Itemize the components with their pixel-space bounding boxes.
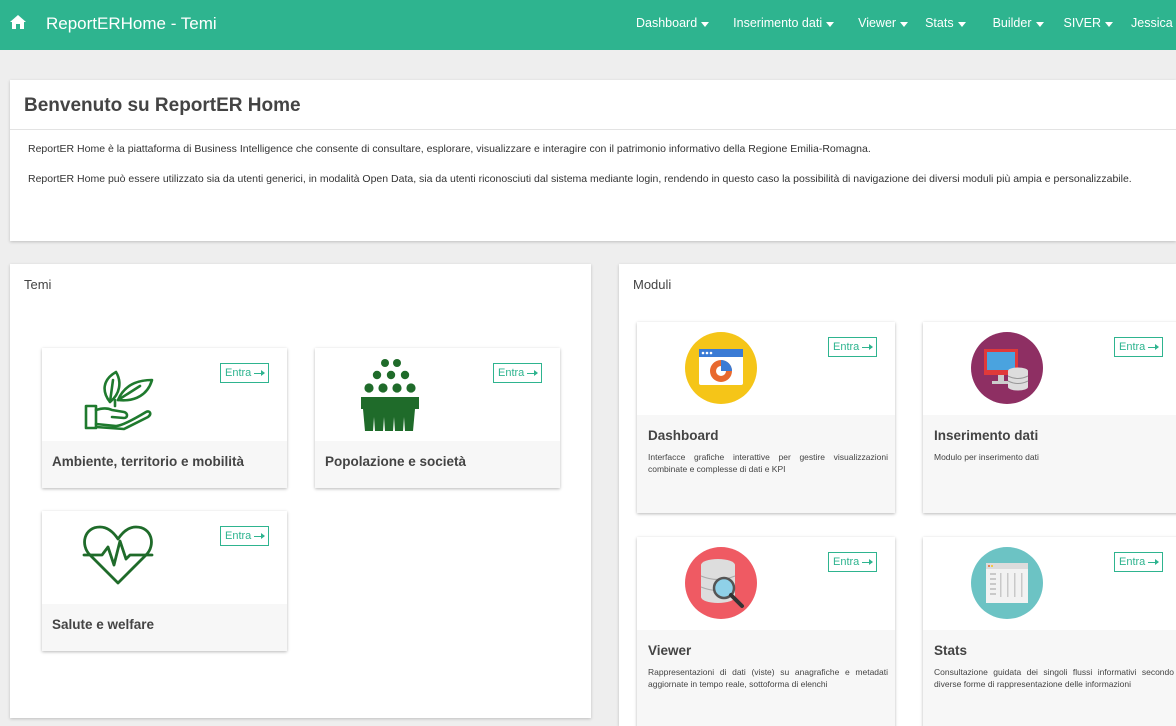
top-navbar: ReportERHome - Temi Dashboard Inseriment… — [0, 0, 1176, 50]
tema-card-salute[interactable]: Entra Salute e welfare — [42, 511, 287, 651]
caret-down-icon — [701, 21, 710, 27]
tema-label: Popolazione e società — [325, 454, 467, 469]
nav-builder[interactable]: Builder — [993, 16, 1044, 30]
entra-button[interactable]: Entra — [493, 363, 543, 383]
temi-panel: Temi Entra Ambiente, territorio e mobili… — [10, 264, 591, 718]
welcome-card: Benvenuto su ReportER Home ReportER Home… — [10, 80, 1176, 241]
plant-hand-icon — [84, 370, 154, 431]
entra-button[interactable]: Entra — [1114, 552, 1164, 572]
modulo-card-viewer[interactable]: Entra Viewer Rappresentazioni di dati (v… — [637, 537, 895, 726]
modulo-description: Consultazione guidata dei singoli flussi… — [934, 667, 1174, 689]
modulo-card-stats[interactable]: Entra Stats Consultazione guidata dei si… — [923, 537, 1176, 726]
caret-down-icon — [826, 21, 835, 27]
arrow-right-icon — [1148, 558, 1160, 565]
nav-viewer[interactable]: Viewer — [858, 16, 909, 30]
entra-button[interactable]: Entra — [220, 363, 270, 383]
moduli-panel: Moduli Entra Dashboard Interfacce grafic… — [619, 264, 1176, 726]
modulo-title: Viewer — [648, 643, 692, 658]
caret-down-icon — [1105, 21, 1114, 27]
caret-down-icon — [900, 21, 909, 27]
divider — [10, 129, 1176, 130]
dashboard-window-icon — [685, 332, 757, 404]
caret-down-icon — [1035, 21, 1044, 27]
nav-menu: Dashboard Inserimento dati Viewer Stats … — [636, 16, 1173, 30]
modulo-title: Dashboard — [648, 428, 719, 443]
tema-card-ambiente[interactable]: Entra Ambiente, territorio e mobilità — [42, 348, 287, 488]
home-icon[interactable] — [10, 15, 26, 29]
arrow-right-icon — [527, 369, 539, 376]
arrow-right-icon — [254, 532, 266, 539]
heart-pulse-icon — [82, 525, 154, 585]
welcome-paragraph-2: ReportER Home può essere utilizzato sia … — [28, 173, 1132, 185]
modulo-card-inserimento-dati[interactable]: Entra Inserimento dati Modulo per inseri… — [923, 322, 1176, 513]
nav-inserimento-dati[interactable]: Inserimento dati — [733, 16, 835, 30]
stats-window-icon — [971, 547, 1043, 619]
moduli-title: Moduli — [633, 277, 672, 292]
tema-label: Salute e welfare — [52, 617, 155, 632]
temi-title: Temi — [24, 277, 52, 292]
modulo-card-dashboard[interactable]: Entra Dashboard Interfacce grafiche inte… — [637, 322, 895, 513]
entra-button[interactable]: Entra — [828, 337, 878, 357]
nav-siver[interactable]: SIVER — [1064, 16, 1114, 30]
tema-label: Ambiente, territorio e mobilità — [52, 454, 245, 469]
entra-button[interactable]: Entra — [828, 552, 878, 572]
monitor-database-icon — [971, 332, 1043, 404]
nav-dashboard[interactable]: Dashboard — [636, 16, 710, 30]
entra-button[interactable]: Entra — [1114, 337, 1164, 357]
modulo-description: Interfacce grafiche interattive per gest… — [648, 452, 888, 474]
modulo-description: Rappresentazioni di dati (viste) su anag… — [648, 667, 888, 689]
nav-stats[interactable]: Stats — [925, 16, 966, 30]
welcome-paragraph-1: ReportER Home è la piattaforma di Busine… — [28, 143, 871, 155]
arrow-right-icon — [254, 369, 266, 376]
arrow-right-icon — [1148, 343, 1160, 350]
arrow-right-icon — [862, 558, 874, 565]
arrow-right-icon — [862, 343, 874, 350]
nav-user[interactable]: Jessica — [1131, 16, 1173, 30]
people-group-icon — [361, 359, 419, 431]
tema-card-popolazione[interactable]: Entra Popolazione e società — [315, 348, 560, 488]
modulo-title: Stats — [934, 643, 968, 658]
modulo-description: Modulo per inserimento dati — [934, 452, 1039, 462]
database-magnifier-icon — [685, 547, 757, 619]
caret-down-icon — [957, 21, 966, 27]
modulo-title: Inserimento dati — [934, 428, 1039, 443]
app-brand[interactable]: ReportERHome - Temi — [46, 14, 217, 34]
welcome-title: Benvenuto su ReportER Home — [24, 95, 301, 116]
entra-button[interactable]: Entra — [220, 526, 270, 546]
